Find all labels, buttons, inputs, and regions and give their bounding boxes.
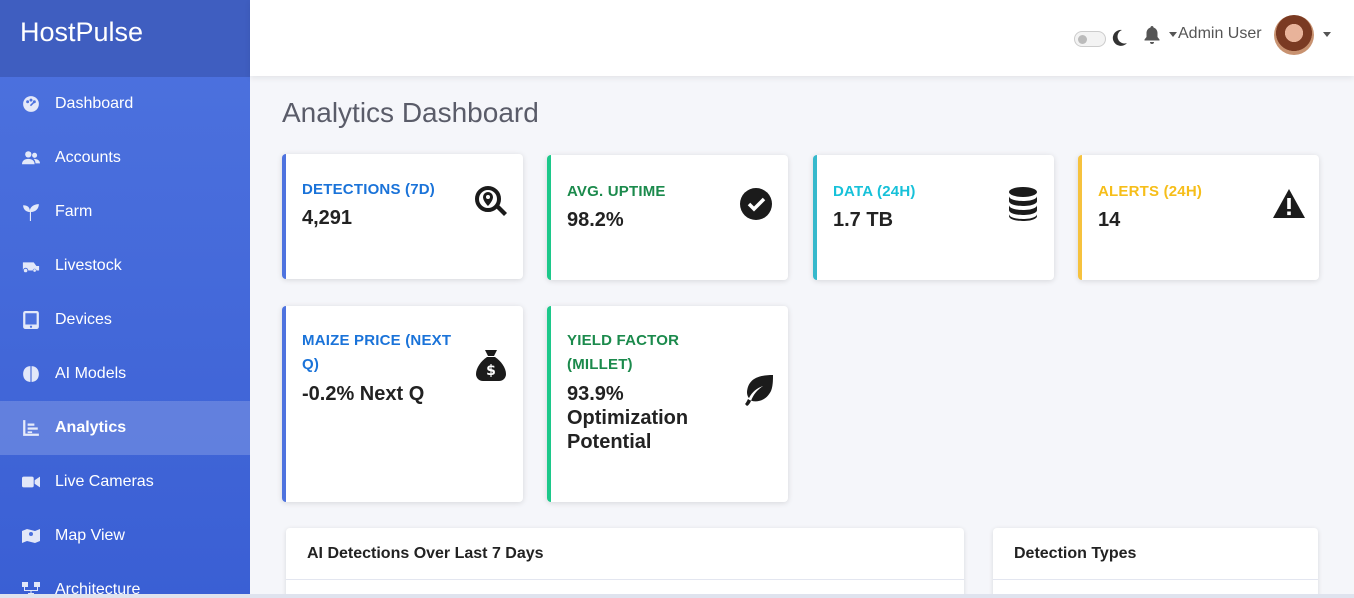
sidebar-item-dashboard[interactable]: Dashboard [0,77,250,131]
stat-label-line: (MILLET) [567,356,633,373]
theme-toggle[interactable] [1074,31,1106,47]
page-title: Analytics Dashboard [282,97,539,128]
sidebar-item-farm[interactable]: Farm [0,185,250,239]
stat-value: 93.9% Optimization Potential [567,382,688,454]
sidebar-item-label: Livestock [55,257,122,274]
sidebar-item-label: Devices [55,311,112,328]
stat-label: DETECTIONS (7D) [302,181,436,198]
sidebar-item-label: Dashboard [55,95,134,112]
sidebar-item-livestock[interactable]: Livestock [0,239,250,293]
brand[interactable]: HostPulse [0,0,250,77]
leaf-icon [740,373,774,407]
stat-card-uptime: AVG. UPTIME 98.2% [547,155,788,280]
warning-icon [1272,187,1306,221]
database-icon [1006,187,1040,221]
stat-label: YIELD FACTOR (MILLET) [567,329,679,377]
sidebar-item-label: Accounts [55,149,121,166]
detection-types-panel: Detection Types [993,528,1318,598]
stat-card-detections: DETECTIONS (7D) 4,291 [282,154,523,279]
stat-card-alerts: ALERTS (24H) 14 [1078,155,1319,280]
seedling-icon [20,203,42,221]
stat-value: 98.2% [567,209,624,231]
video-icon [20,473,42,491]
bell-icon[interactable] [1144,26,1160,44]
sidebar-item-label: Map View [55,527,125,544]
stat-label: ALERTS (24H) [1098,183,1203,200]
stat-value-line: Potential [567,431,652,453]
topbar: Admin User [250,0,1354,76]
sidebar-item-analytics[interactable]: Analytics [0,401,250,455]
tractor-icon [20,257,42,275]
tablet-icon [20,311,42,329]
stat-label-line: Q) [302,356,320,373]
moon-icon [1112,29,1127,46]
sidebar-item-accounts[interactable]: Accounts [0,131,250,185]
users-icon [20,149,42,167]
sidebar-item-label: Live Cameras [55,473,154,490]
chevron-down-icon[interactable] [1323,32,1331,37]
user-name[interactable]: Admin User [1178,25,1262,43]
sidebar-item-label: Farm [55,203,93,220]
stat-card-maize-price: MAIZE PRICE (NEXT Q) -0.2% Next Q $ [282,306,523,502]
sidebar-item-label: Analytics [55,419,127,436]
stat-value: 4,291 [302,207,353,229]
avatar[interactable] [1274,15,1314,55]
search-location-icon [474,185,508,219]
stat-label: AVG. UPTIME [567,183,666,200]
sidebar-item-live-cameras[interactable]: Live Cameras [0,455,250,509]
stat-value: -0.2% Next Q [302,383,425,405]
sidebar-item-label: AI Models [55,365,127,382]
stat-label: MAIZE PRICE (NEXT Q) [302,329,451,377]
sidebar-item-devices[interactable]: Devices [0,293,250,347]
panel-title: Detection Types [993,528,1318,580]
detections-chart-panel: AI Detections Over Last 7 Days [286,528,964,598]
stat-value-line: 93.9% [567,383,624,405]
stat-label: DATA (24H) [833,183,916,200]
stat-value: 14 [1098,209,1121,231]
money-bag-icon: $ [474,348,508,382]
check-circle-icon [739,187,773,221]
palette-icon [20,95,42,113]
stat-card-data: DATA (24H) 1.7 TB [813,155,1054,280]
sidebar-item-architecture[interactable]: Architecture [0,563,250,598]
brain-icon [20,365,42,383]
sidebar-item-map-view[interactable]: Map View [0,509,250,563]
sidebar-item-ai-models[interactable]: AI Models [0,347,250,401]
sidebar: HostPulse Dashboard Accounts Farm Livest… [0,0,250,598]
chevron-down-icon[interactable] [1169,32,1177,37]
stat-card-yield-factor: YIELD FACTOR (MILLET) 93.9% Optimization… [547,306,788,502]
panel-title: AI Detections Over Last 7 Days [286,528,964,580]
chart-icon [20,419,42,437]
map-icon [20,527,42,545]
svg-text:$: $ [486,363,496,379]
stat-label-line: YIELD FACTOR [567,332,680,349]
stat-value: 1.7 TB [833,209,894,231]
divider [0,594,1354,598]
stat-label-line: MAIZE PRICE (NEXT [302,332,452,349]
stat-value-line: Optimization [567,407,689,429]
brand-name: HostPulse [20,17,144,47]
